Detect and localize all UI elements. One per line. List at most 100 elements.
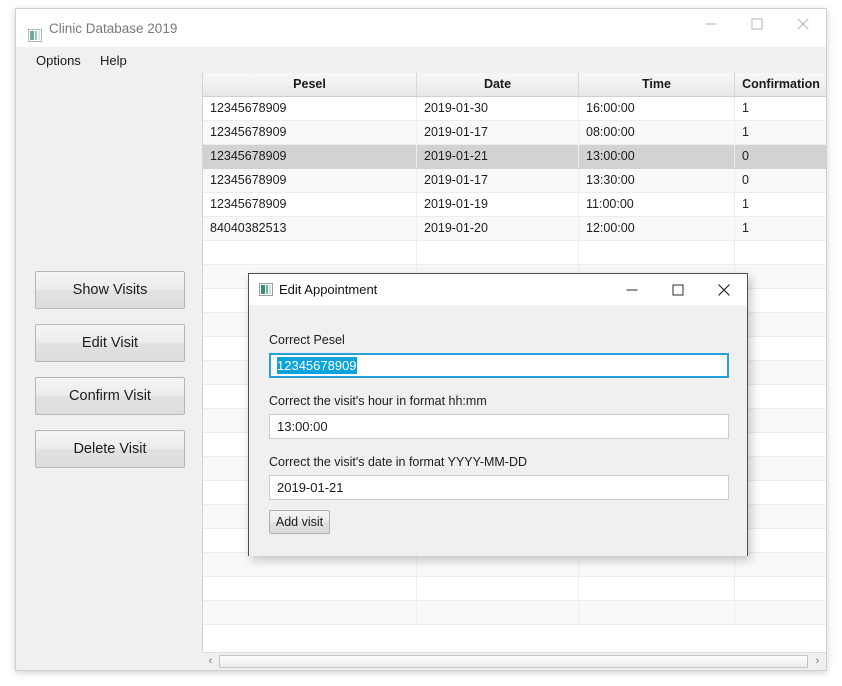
cell-date: 2019-01-21 bbox=[417, 145, 579, 168]
table-row-empty[interactable] bbox=[203, 241, 826, 265]
cell-confirmation: 1 bbox=[742, 197, 749, 211]
date-input[interactable]: 2019-01-21 bbox=[269, 475, 729, 500]
cell-empty bbox=[735, 289, 826, 312]
cell-time: 16:00:00 bbox=[579, 97, 735, 120]
menu-item-options[interactable]: Options bbox=[30, 51, 87, 70]
scrollbar-thumb[interactable] bbox=[219, 655, 808, 668]
menu-item-help[interactable]: Help bbox=[94, 51, 133, 70]
cell-empty bbox=[203, 553, 417, 576]
table-row[interactable]: 84040382513 2019-01-20 12:00:00 1 bbox=[203, 217, 826, 241]
minimize-icon bbox=[705, 23, 717, 25]
main-window-titlebar: Clinic Database 2019 bbox=[16, 9, 826, 47]
cell-empty bbox=[735, 505, 826, 528]
cell-empty bbox=[417, 241, 579, 264]
edit-appointment-dialog: Edit Appointment Correct Pesel 123456789… bbox=[248, 273, 748, 556]
table-header-row: Pesel Date Time Confirmation bbox=[203, 73, 826, 97]
dialog-titlebar: Edit Appointment bbox=[249, 274, 747, 305]
main-window-title: Clinic Database 2019 bbox=[49, 21, 178, 36]
dialog-close-button[interactable] bbox=[701, 274, 747, 305]
cell-time: 13:00:00 bbox=[579, 145, 735, 168]
dialog-title: Edit Appointment bbox=[279, 282, 378, 297]
cell-empty bbox=[735, 313, 826, 336]
cell-empty bbox=[735, 361, 826, 384]
dialog-maximize-button[interactable] bbox=[655, 274, 701, 305]
minimize-button[interactable] bbox=[688, 9, 734, 39]
cell-pesel: 12345678909 bbox=[203, 193, 417, 216]
confirm-visit-button[interactable]: Confirm Visit bbox=[35, 377, 185, 415]
cell-empty bbox=[203, 241, 417, 264]
cell-empty bbox=[735, 409, 826, 432]
pesel-input[interactable]: 12345678909 bbox=[269, 353, 729, 378]
cell-confirmation: 0 bbox=[742, 149, 749, 163]
dialog-minimize-button[interactable] bbox=[609, 274, 655, 305]
cell-empty bbox=[735, 481, 826, 504]
table-row[interactable]: 12345678909 2019-01-21 13:00:00 0 bbox=[203, 145, 826, 169]
cell-pesel: 12345678909 bbox=[203, 145, 417, 168]
pesel-field-label: Correct Pesel bbox=[269, 333, 345, 347]
chevron-left-icon[interactable]: ‹ bbox=[203, 653, 218, 670]
add-visit-button[interactable]: Add visit bbox=[269, 510, 330, 534]
left-button-panel: Show Visits Edit Visit Confirm Visit Del… bbox=[16, 73, 202, 670]
cell-date: 2019-01-20 bbox=[417, 217, 579, 240]
cell-confirmation: 1 bbox=[742, 221, 749, 235]
table-row-empty[interactable] bbox=[203, 577, 826, 601]
cell-empty bbox=[735, 337, 826, 360]
column-header-time[interactable]: Time bbox=[579, 73, 735, 96]
cell-empty bbox=[417, 577, 579, 600]
column-header-pesel[interactable]: Pesel bbox=[203, 73, 417, 96]
delete-visit-button[interactable]: Delete Visit bbox=[35, 430, 185, 468]
cell-empty bbox=[735, 553, 826, 576]
cell-empty bbox=[417, 553, 579, 576]
column-header-date[interactable]: Date bbox=[417, 73, 579, 96]
cell-empty bbox=[203, 577, 417, 600]
cell-empty bbox=[735, 433, 826, 456]
close-icon bbox=[797, 18, 809, 30]
cell-empty bbox=[579, 241, 735, 264]
cell-empty bbox=[735, 601, 826, 624]
minimize-icon bbox=[626, 289, 638, 290]
cell-pesel: 12345678909 bbox=[203, 97, 417, 120]
table-row[interactable]: 12345678909 2019-01-19 11:00:00 1 bbox=[203, 193, 826, 217]
cell-empty bbox=[735, 385, 826, 408]
date-field-label: Correct the visit's date in format YYYY-… bbox=[269, 455, 528, 469]
horizontal-scrollbar[interactable]: ‹ › bbox=[202, 652, 826, 670]
cell-empty bbox=[735, 577, 826, 600]
table-row[interactable]: 12345678909 2019-01-17 08:00:00 1 bbox=[203, 121, 826, 145]
cell-time: 13:30:00 bbox=[579, 169, 735, 192]
app-icon bbox=[259, 283, 273, 296]
table-row-empty[interactable] bbox=[203, 553, 826, 577]
cell-date: 2019-01-17 bbox=[417, 169, 579, 192]
table-row-empty[interactable] bbox=[203, 601, 826, 625]
cell-empty bbox=[735, 457, 826, 480]
show-visits-button[interactable]: Show Visits bbox=[35, 271, 185, 309]
hour-input[interactable]: 13:00:00 bbox=[269, 414, 729, 439]
cell-date: 2019-01-30 bbox=[417, 97, 579, 120]
cell-empty bbox=[579, 553, 735, 576]
cell-empty bbox=[579, 577, 735, 600]
close-icon bbox=[718, 283, 730, 296]
table-row[interactable]: 12345678909 2019-01-17 13:30:00 0 bbox=[203, 169, 826, 193]
cell-confirmation: 1 bbox=[742, 101, 749, 115]
table-row[interactable]: 12345678909 2019-01-30 16:00:00 1 bbox=[203, 97, 826, 121]
hour-field-label: Correct the visit's hour in format hh:mm bbox=[269, 394, 487, 408]
main-window: Clinic Database 2019 Options Help Show V… bbox=[15, 8, 827, 671]
maximize-icon bbox=[751, 18, 763, 30]
close-button[interactable] bbox=[780, 9, 826, 39]
cell-pesel: 12345678909 bbox=[203, 169, 417, 192]
cell-empty bbox=[735, 241, 826, 264]
cell-pesel: 12345678909 bbox=[203, 121, 417, 144]
column-header-confirmation[interactable]: Confirmation bbox=[735, 73, 826, 96]
cell-empty bbox=[735, 265, 826, 288]
chevron-right-icon[interactable]: › bbox=[810, 653, 825, 670]
edit-visit-button[interactable]: Edit Visit bbox=[35, 324, 185, 362]
menu-bar: Options Help bbox=[16, 47, 826, 73]
cell-time: 11:00:00 bbox=[579, 193, 735, 216]
maximize-button[interactable] bbox=[734, 9, 780, 39]
cell-empty bbox=[417, 601, 579, 624]
cell-confirmation: 0 bbox=[742, 173, 749, 187]
maximize-icon bbox=[672, 284, 684, 295]
cell-empty bbox=[579, 601, 735, 624]
cell-date: 2019-01-17 bbox=[417, 121, 579, 144]
cell-empty bbox=[203, 601, 417, 624]
dialog-body: Correct Pesel 12345678909 Correct the vi… bbox=[249, 305, 747, 556]
